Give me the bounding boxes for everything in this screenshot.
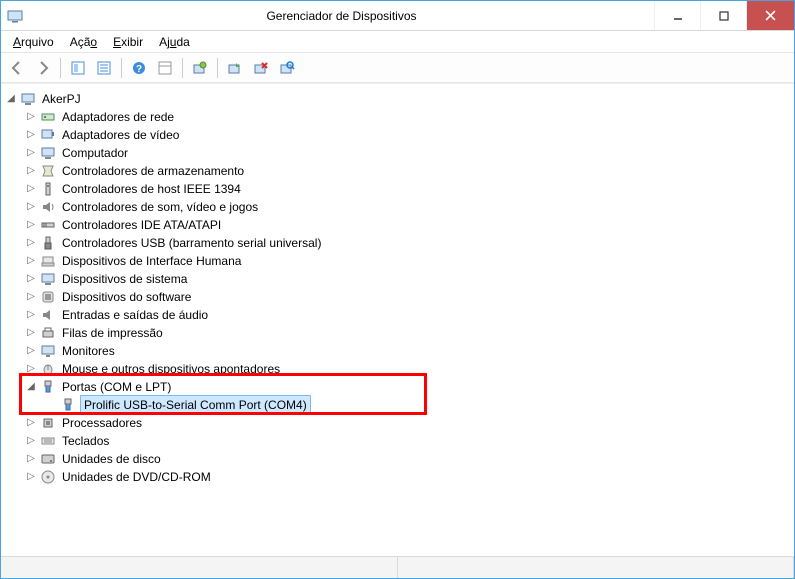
- menu-arquivo[interactable]: Arquivo: [5, 33, 62, 51]
- properties-button[interactable]: [92, 56, 116, 80]
- update-driver-button[interactable]: [188, 56, 212, 80]
- expander-icon[interactable]: ▷: [25, 255, 37, 267]
- tree-node-monitors[interactable]: ▷Monitores: [25, 342, 790, 360]
- mouse-icon: [40, 361, 56, 377]
- tree-node-software-devices[interactable]: ▷Dispositivos do software: [25, 288, 790, 306]
- expander-icon[interactable]: ▷: [25, 183, 37, 195]
- tree-node-hid[interactable]: ▷Dispositivos de Interface Humana: [25, 252, 790, 270]
- expander-icon[interactable]: ▷: [25, 327, 37, 339]
- dvd-drive-icon: [40, 469, 56, 485]
- menubar: Arquivo Ação Exibir Ajuda: [1, 31, 794, 53]
- usb-icon: [40, 235, 56, 251]
- ieee1394-icon: [40, 181, 56, 197]
- minimize-button[interactable]: [654, 1, 700, 30]
- display-adapter-icon: [40, 127, 56, 143]
- menu-ajuda[interactable]: Ajuda: [151, 33, 198, 51]
- statusbar: [1, 556, 794, 578]
- processor-icon: [40, 415, 56, 431]
- expander-icon[interactable]: ▷: [25, 291, 37, 303]
- tree-node-ieee1394-controllers[interactable]: ▷Controladores de host IEEE 1394: [25, 180, 790, 198]
- close-button[interactable]: [746, 1, 794, 30]
- tree-node-ide-controllers[interactable]: ▷Controladores IDE ATA/ATAPI: [25, 216, 790, 234]
- tree-node-usb-controllers[interactable]: ▷Controladores USB (barramento serial un…: [25, 234, 790, 252]
- tree-node-mice[interactable]: ▷Mouse e outros dispositivos apontadores: [25, 360, 790, 378]
- tree-node-disk-drives[interactable]: ▷Unidades de disco: [25, 450, 790, 468]
- tree-node-print-queues[interactable]: ▷Filas de impressão: [25, 324, 790, 342]
- scan-hardware-button[interactable]: [275, 56, 299, 80]
- storage-controller-icon: [40, 163, 56, 179]
- expander-icon[interactable]: ◢: [5, 93, 17, 105]
- window-title: Gerenciador de Dispositivos: [29, 9, 654, 23]
- expander-icon[interactable]: ▷: [25, 129, 37, 141]
- expander-icon[interactable]: ▷: [25, 201, 37, 213]
- menu-acao[interactable]: Ação: [62, 33, 105, 51]
- help-button[interactable]: ?: [127, 56, 151, 80]
- menu-exibir[interactable]: Exibir: [105, 33, 151, 51]
- expander-icon[interactable]: ▷: [25, 435, 37, 447]
- expander-icon[interactable]: ▷: [25, 345, 37, 357]
- expander-icon[interactable]: ▷: [25, 111, 37, 123]
- app-icon: [7, 8, 23, 24]
- enable-button[interactable]: [223, 56, 247, 80]
- view-button[interactable]: [153, 56, 177, 80]
- expander-icon[interactable]: ▷: [25, 165, 37, 177]
- system-device-icon: [40, 271, 56, 287]
- expander-icon[interactable]: ▷: [25, 453, 37, 465]
- tree-node-audio-io[interactable]: ▷Entradas e saídas de áudio: [25, 306, 790, 324]
- expander-icon[interactable]: ▷: [25, 417, 37, 429]
- ports-icon: [40, 379, 56, 395]
- expander-icon[interactable]: ▷: [25, 309, 37, 321]
- tree-node-system-devices[interactable]: ▷Dispositivos de sistema: [25, 270, 790, 288]
- keyboard-icon: [40, 433, 56, 449]
- expander-icon[interactable]: ▷: [25, 147, 37, 159]
- expander-icon[interactable]: ◢: [25, 381, 37, 393]
- print-queue-icon: [40, 325, 56, 341]
- expander-icon[interactable]: ▷: [25, 237, 37, 249]
- tree-node-keyboards[interactable]: ▷Teclados: [25, 432, 790, 450]
- device-manager-window: Gerenciador de Dispositivos Arquivo Ação…: [0, 0, 795, 579]
- tree-node-network-adapters[interactable]: ▷Adaptadores de rede: [25, 108, 790, 126]
- software-device-icon: [40, 289, 56, 305]
- tree-root-node[interactable]: ◢ AkerPJ: [5, 90, 790, 108]
- toolbar: ?: [1, 53, 794, 83]
- tree-node-ports[interactable]: ◢Portas (COM e LPT): [25, 378, 790, 396]
- expander-icon[interactable]: ▷: [25, 471, 37, 483]
- back-button[interactable]: [5, 56, 29, 80]
- computer-icon: [40, 145, 56, 161]
- svg-text:?: ?: [136, 64, 142, 75]
- expander-icon[interactable]: ▷: [25, 363, 37, 375]
- tree-node-computer[interactable]: ▷Computador: [25, 144, 790, 162]
- audio-io-icon: [40, 307, 56, 323]
- tree-node-prolific-usb-serial[interactable]: ▷Prolific USB-to-Serial Comm Port (COM4): [45, 396, 790, 414]
- network-adapter-icon: [40, 109, 56, 125]
- tree-node-sound-controllers[interactable]: ▷Controladores de som, vídeo e jogos: [25, 198, 790, 216]
- forward-button[interactable]: [31, 56, 55, 80]
- ide-controller-icon: [40, 217, 56, 233]
- uninstall-button[interactable]: [249, 56, 273, 80]
- device-tree-panel[interactable]: ◢ AkerPJ ▷Adaptadores de rede ▷Adaptador…: [1, 83, 794, 556]
- hid-icon: [40, 253, 56, 269]
- expander-icon[interactable]: ▷: [25, 219, 37, 231]
- tree-root-label: AkerPJ: [40, 90, 83, 108]
- titlebar[interactable]: Gerenciador de Dispositivos: [1, 1, 794, 31]
- serial-port-icon: [60, 397, 76, 413]
- tree-node-storage-controllers[interactable]: ▷Controladores de armazenamento: [25, 162, 790, 180]
- tree-node-processors[interactable]: ▷Processadores: [25, 414, 790, 432]
- show-hide-tree-button[interactable]: [66, 56, 90, 80]
- expander-icon[interactable]: ▷: [25, 273, 37, 285]
- disk-drive-icon: [40, 451, 56, 467]
- monitor-icon: [40, 343, 56, 359]
- maximize-button[interactable]: [700, 1, 746, 30]
- tree-node-display-adapters[interactable]: ▷Adaptadores de vídeo: [25, 126, 790, 144]
- sound-icon: [40, 199, 56, 215]
- tree-node-dvd-drives[interactable]: ▷Unidades de DVD/CD-ROM: [25, 468, 790, 486]
- computer-icon: [20, 91, 36, 107]
